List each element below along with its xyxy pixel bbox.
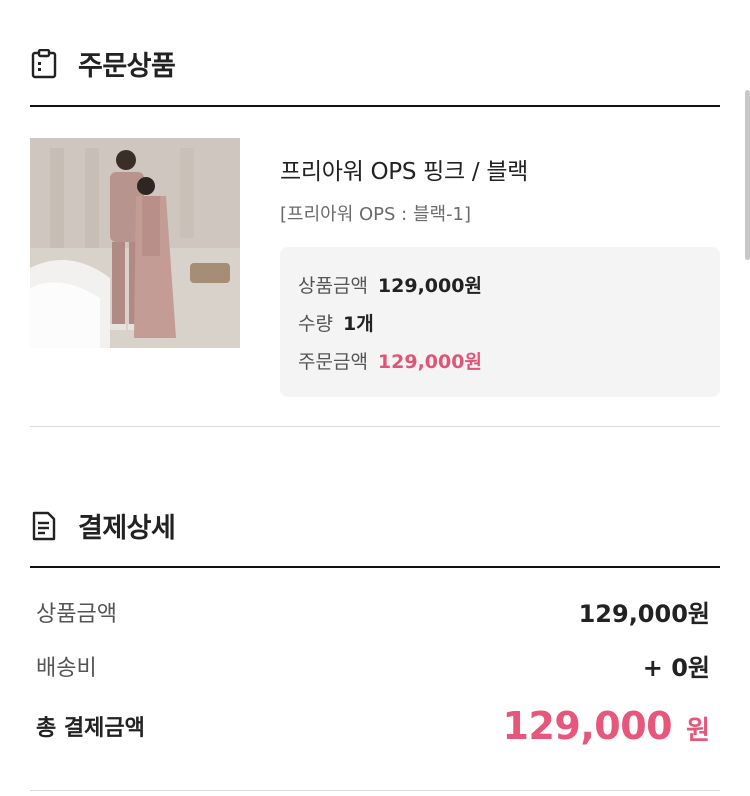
product-option: [프리아워 OPS : 블랙-1] <box>280 204 472 225</box>
section-divider <box>30 426 720 427</box>
bottom-divider <box>30 790 720 791</box>
product-name[interactable]: 프리아워 OPS 핑크 / 블랙 <box>280 152 528 186</box>
order-products-divider <box>30 105 720 107</box>
quantity-label: 수량 <box>298 313 333 335</box>
total-payment-value: 129,000 <box>502 704 673 748</box>
payment-item-value: 129,000원 <box>578 600 710 628</box>
order-products-title: 주문상품 <box>78 51 176 82</box>
payment-details-title: 결제상세 <box>78 513 176 544</box>
product-price-row: 상품금액 129,000원 <box>298 271 482 298</box>
product-price-box: 상품금액 129,000원 수량 1개 주문금액 129,000원 <box>280 247 720 397</box>
document-icon <box>30 511 58 541</box>
clipboard-icon <box>30 48 58 79</box>
scrollbar[interactable] <box>745 90 750 260</box>
quantity-row: 수량 1개 <box>298 309 374 336</box>
quantity-value: 1개 <box>342 313 374 335</box>
payment-item-label: 상품금액 <box>36 601 117 627</box>
order-amount-row: 주문금액 129,000원 <box>298 347 482 374</box>
order-products-header: 주문상품 <box>30 44 176 83</box>
payment-item-row: 상품금액 129,000원 <box>36 594 710 629</box>
total-payment-unit: 원 <box>686 716 710 746</box>
total-payment-label: 총 결제금액 <box>36 716 145 741</box>
payment-details-header: 결제상세 <box>30 506 176 545</box>
payment-details-divider <box>30 566 720 568</box>
total-payment-amount: 129,000 원 <box>503 704 711 748</box>
total-payment-row: 총 결제금액 129,000 원 <box>36 704 710 748</box>
product-price-label: 상품금액 <box>298 275 368 297</box>
order-amount-label: 주문금액 <box>298 351 368 373</box>
shipping-value: + 0원 <box>642 654 710 682</box>
shipping-row: 배송비 + 0원 <box>36 648 710 683</box>
order-amount-value: 129,000원 <box>377 351 482 373</box>
product-price-value: 129,000원 <box>377 275 482 297</box>
shipping-label: 배송비 <box>36 655 97 681</box>
product-image[interactable] <box>30 138 240 348</box>
